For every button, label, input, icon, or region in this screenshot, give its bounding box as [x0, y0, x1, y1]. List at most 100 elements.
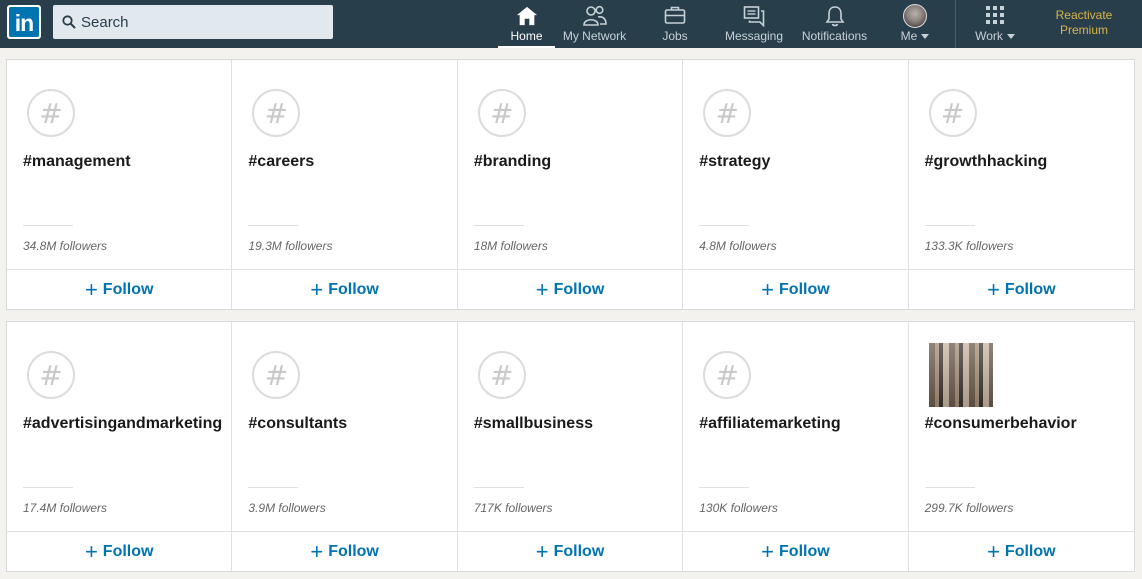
linkedin-logo-text: in: [9, 7, 39, 37]
follow-button[interactable]: + Follow: [908, 531, 1135, 571]
plus-icon: +: [761, 276, 775, 302]
follow-label: Follow: [1004, 542, 1056, 560]
follow-label: Follow: [779, 542, 830, 560]
plus-icon: +: [987, 276, 1000, 302]
hashtag-icon: #: [703, 89, 752, 137]
hashtag-icon: #: [252, 89, 301, 137]
nav-notifications-label: Notifications: [801, 29, 868, 43]
card-divider: [248, 487, 299, 488]
follower-count: 4.8M followers: [699, 239, 777, 253]
follow-label: Follow: [102, 542, 154, 560]
hashtag-card: # #affiliatemarketing 130K followers + Fo…: [683, 322, 909, 571]
follow-button[interactable]: + Follow: [232, 269, 457, 309]
hashtag-name[interactable]: #management: [23, 151, 223, 173]
card-divider: [23, 487, 73, 488]
card-divider: [248, 225, 299, 226]
follower-count: 17.4M followers: [23, 501, 108, 515]
hashtag-icon: #: [252, 351, 301, 399]
nav-jobs-label: Jobs: [662, 29, 688, 43]
follow-button[interactable]: + Follow: [457, 531, 683, 571]
follow-button[interactable]: + Follow: [457, 269, 683, 309]
nav-notifications[interactable]: Notifications: [795, 0, 874, 48]
plus-icon: +: [310, 276, 324, 302]
hashtag-card: # #branding 18M followers + Follow: [457, 60, 684, 309]
follow-label: Follow: [553, 280, 605, 298]
card-divider: [924, 225, 975, 226]
hashtag-name[interactable]: #smallbusiness: [474, 413, 674, 435]
hashtag-card: #consumerbehavior 299.7K followers + Foll…: [908, 322, 1135, 571]
hashtag-name[interactable]: #advertisingandmarketing: [23, 413, 223, 435]
plus-icon: +: [310, 538, 324, 564]
hashtag-name[interactable]: #consultants: [248, 413, 448, 435]
hashtag-name[interactable]: #branding: [474, 151, 674, 173]
premium-line-1: Reactivate: [1055, 8, 1113, 22]
hashtag-icon: #: [477, 351, 526, 399]
home-icon: [516, 6, 537, 26]
nav-my-network-label: My Network: [562, 29, 627, 43]
plus-icon: +: [987, 538, 1000, 564]
nav-home[interactable]: Home: [498, 0, 555, 48]
nav-my-network[interactable]: My Network: [557, 0, 632, 48]
hashtag-photo: [928, 343, 993, 407]
follow-button[interactable]: + Follow: [683, 269, 908, 309]
nav-jobs[interactable]: Jobs: [650, 0, 700, 48]
plus-icon: +: [535, 276, 549, 302]
follower-count: 19.3M followers: [248, 239, 333, 253]
hashtag-icon: #: [703, 351, 752, 399]
follower-count: 133.3K followers: [924, 239, 1014, 253]
hashtag-card: # #growthhacking 133.3K followers + Follo…: [908, 60, 1135, 309]
hashtag-card: # #consultants 3.9M followers + Follow: [232, 322, 458, 571]
hashtag-icon: #: [27, 351, 75, 399]
nav-work-label-wrap: Work: [967, 29, 1023, 43]
follow-button[interactable]: + Follow: [232, 531, 457, 571]
hashtag-card: # #smallbusiness 717K followers + Follow: [457, 322, 684, 571]
search-box[interactable]: [53, 5, 333, 39]
bell-icon: [825, 6, 844, 27]
follower-count: 299.7K followers: [924, 501, 1014, 515]
card-divider: [473, 487, 524, 488]
nav-home-label: Home: [510, 29, 543, 43]
hashtag-icon: #: [27, 89, 75, 137]
follower-count: 18M followers: [473, 239, 548, 253]
nav-messaging[interactable]: Messaging: [721, 0, 787, 48]
nav-work[interactable]: Work: [967, 0, 1023, 48]
hashtag-name[interactable]: #growthhacking: [925, 151, 1125, 173]
hashtag-name[interactable]: #strategy: [699, 151, 899, 173]
nav-me[interactable]: Me: [890, 0, 940, 48]
nav-me-label-wrap: Me: [890, 29, 940, 43]
card-divider: [699, 225, 750, 226]
premium-line-2: Premium: [1059, 23, 1108, 37]
follow-label: Follow: [779, 280, 830, 298]
follow-button[interactable]: + Follow: [908, 269, 1135, 309]
hashtag-name[interactable]: #consumerbehavior: [925, 413, 1125, 435]
nav-divider: [955, 0, 956, 48]
network-icon: [582, 5, 607, 26]
follow-label: Follow: [553, 542, 605, 560]
card-divider: [699, 487, 750, 488]
nav-me-label: Me: [900, 29, 918, 43]
follower-count: 717K followers: [473, 501, 553, 515]
hashtag-card: # #careers 19.3M followers + Follow: [232, 60, 458, 309]
hashtag-card: # #advertisingandmarketing 17.4M followe…: [7, 322, 233, 571]
avatar: [903, 4, 927, 28]
follower-count: 130K followers: [699, 501, 778, 515]
linkedin-logo[interactable]: in: [7, 5, 41, 39]
follow-label: Follow: [328, 280, 379, 298]
chevron-down-icon: [1006, 34, 1015, 40]
grid-icon: [986, 6, 1004, 24]
hashtag-name[interactable]: #affiliatemarketing: [699, 413, 899, 435]
search-input[interactable]: [81, 5, 326, 39]
follow-label: Follow: [328, 542, 379, 560]
nav-messaging-label: Messaging: [724, 29, 784, 43]
chevron-down-icon: [921, 34, 930, 40]
follow-label: Follow: [102, 280, 154, 298]
hashtag-row-2: # #advertisingandmarketing 17.4M followe…: [6, 321, 1135, 572]
reactivate-premium-link[interactable]: Reactivate Premium: [1040, 8, 1128, 38]
hashtag-card: # #strategy 4.8M followers + Follow: [683, 60, 909, 309]
follow-label: Follow: [1004, 280, 1056, 298]
follow-button[interactable]: + Follow: [7, 531, 232, 571]
follow-button[interactable]: + Follow: [683, 531, 908, 571]
follow-button[interactable]: + Follow: [7, 269, 232, 309]
hashtag-name[interactable]: #careers: [248, 151, 448, 173]
hashtag-row-1: # #management 34.8M followers + Follow # …: [6, 59, 1135, 310]
